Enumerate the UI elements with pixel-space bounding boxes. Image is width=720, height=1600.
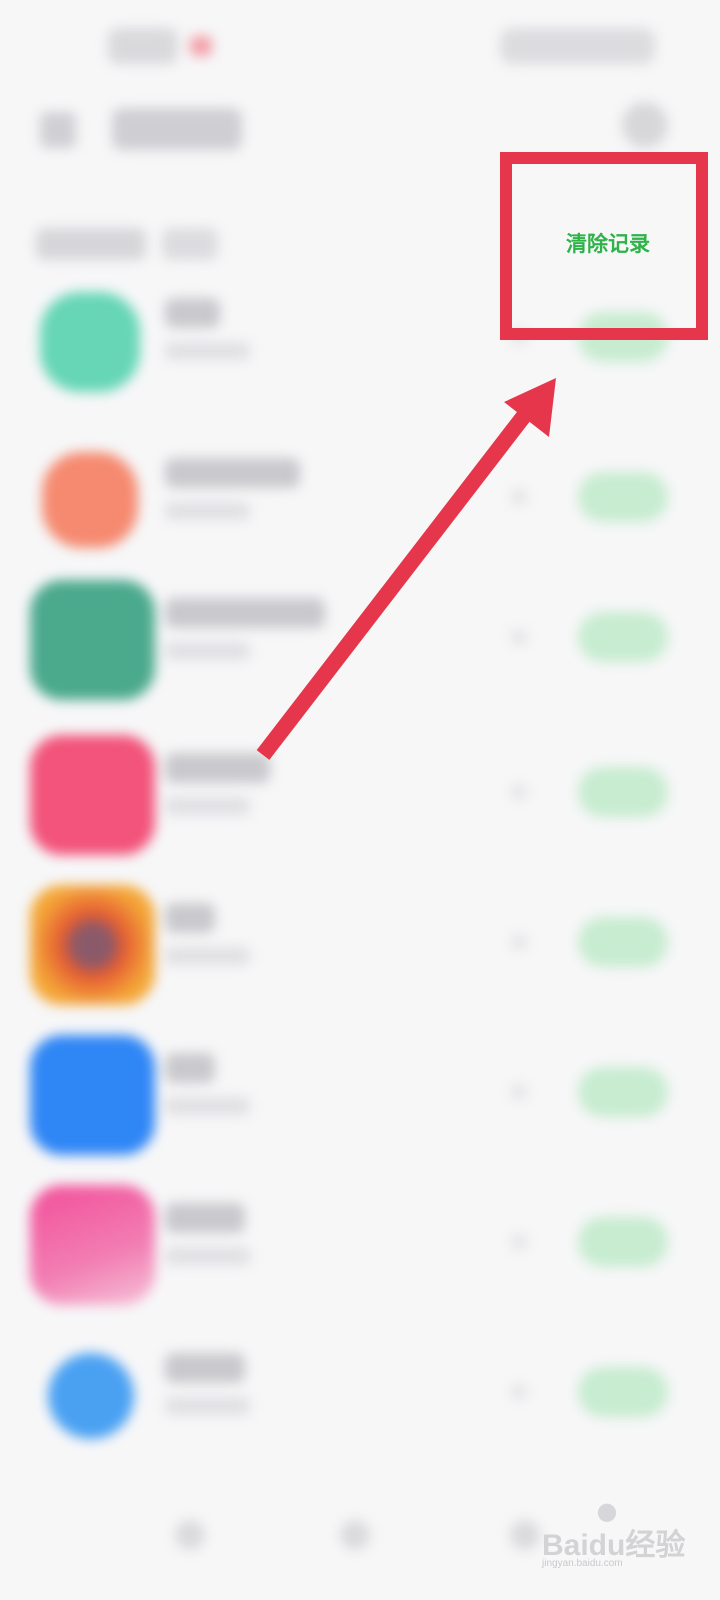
watermark-domain: jingyan.baidu.com (542, 1558, 623, 1569)
arrow-shaft (256, 407, 534, 760)
watermark: ● Baidu经验 jingyan.baidu.com (542, 1498, 685, 1570)
arrow-up-right-icon (256, 378, 556, 760)
